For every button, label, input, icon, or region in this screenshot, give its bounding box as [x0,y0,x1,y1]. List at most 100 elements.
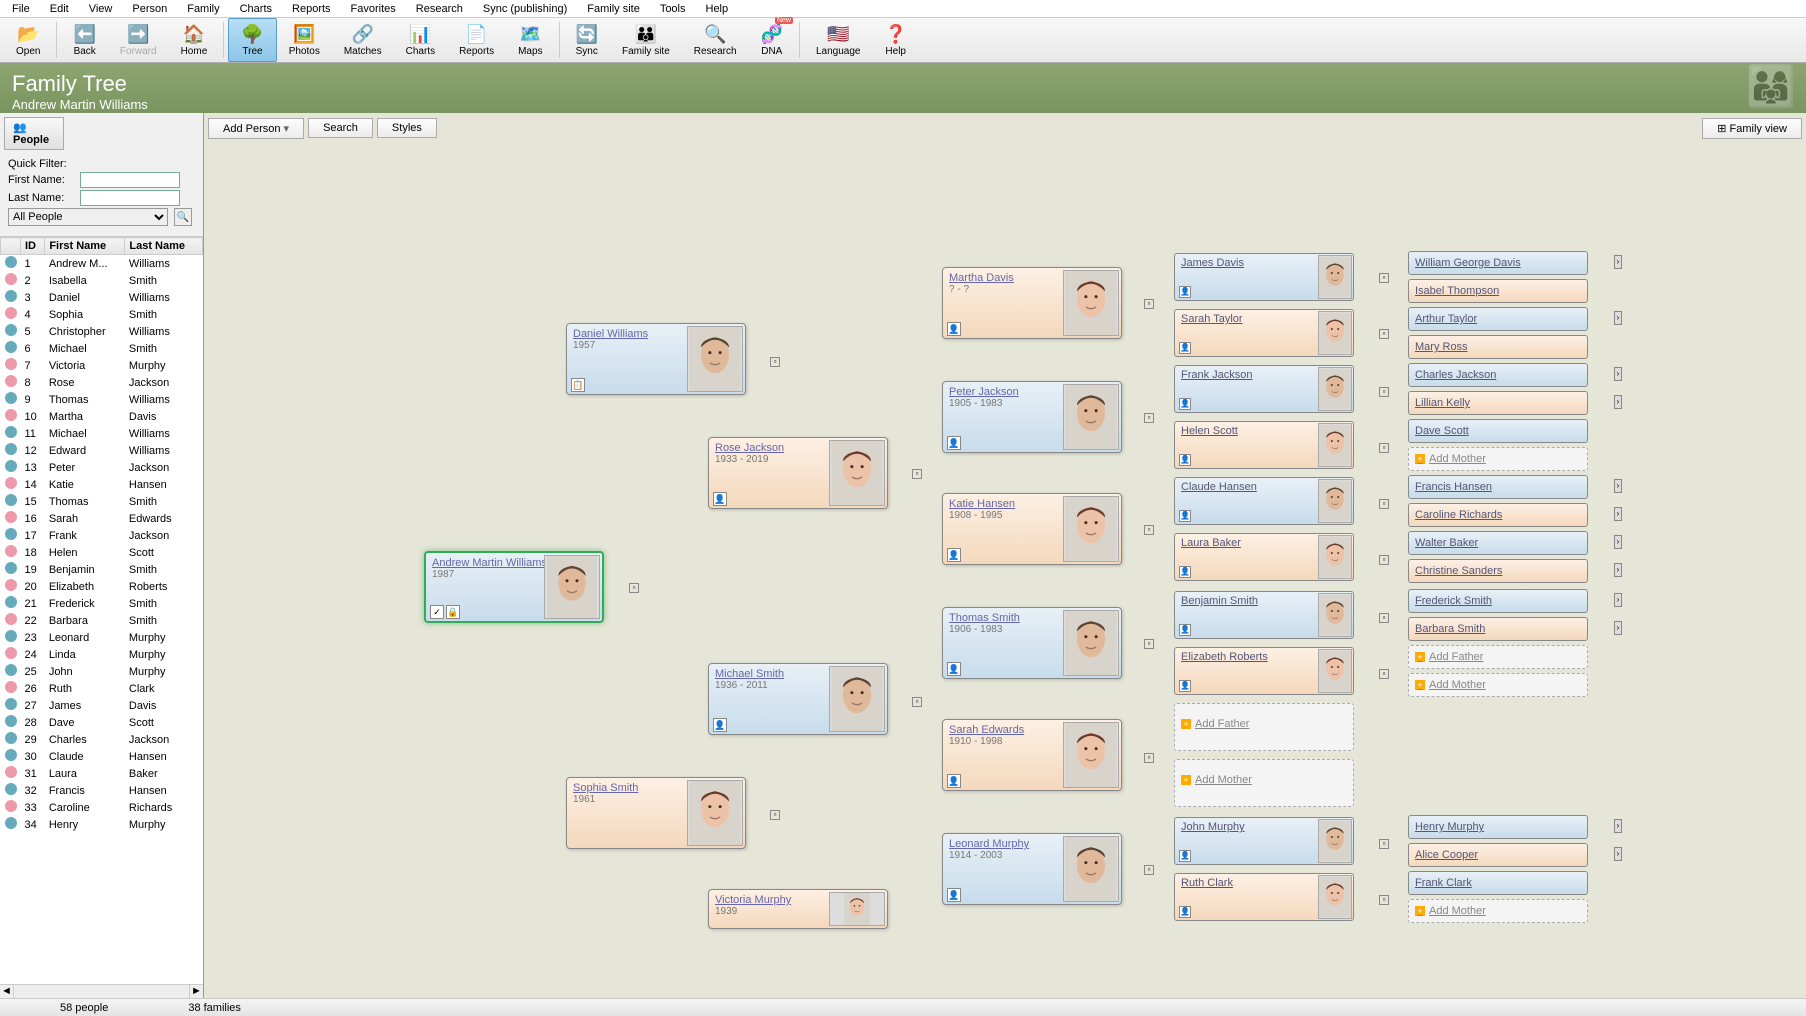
person-row[interactable]: 15ThomasSmith [1,493,203,510]
ancestor-card[interactable]: Frederick Smith [1408,589,1588,613]
menu-sync-publishing-[interactable]: Sync (publishing) [475,2,575,15]
badge-icon[interactable]: 👤 [713,492,727,506]
menu-person[interactable]: Person [124,2,175,15]
badge-icon[interactable]: 👤 [1179,906,1191,918]
expand-button[interactable]: › [1614,507,1622,521]
ancestor-card[interactable]: Frank Clark [1408,871,1588,895]
first-name-input[interactable] [80,172,180,188]
people-tab[interactable]: 👥 People [4,117,64,150]
add-link[interactable]: Add Mother [1175,760,1353,800]
ancestor-card[interactable]: Isabel Thompson [1408,279,1588,303]
connector-node[interactable]: ▫ [1379,839,1389,849]
connector-node[interactable]: ▫ [1379,555,1389,565]
ancestor-card[interactable]: Arthur Taylor [1408,307,1588,331]
add-link[interactable]: Add Father [1175,704,1353,744]
person-row[interactable]: 6MichaelSmith [1,340,203,357]
search-button[interactable]: Search [308,118,373,138]
people-list[interactable]: IDFirst NameLast Name 1Andrew M...Willia… [0,236,203,984]
badge-icon[interactable]: 👤 [1179,398,1191,410]
toolbar-research-button[interactable]: 🔍Research [682,18,749,62]
connector-node[interactable]: ▫ [1144,753,1154,763]
menu-family-site[interactable]: Family site [579,2,648,15]
person-card[interactable]: Benjamin Smith👤 [1174,591,1354,639]
ancestor-card[interactable]: William George Davis [1408,251,1588,275]
person-row[interactable]: 14KatieHansen [1,476,203,493]
person-card[interactable]: Frank Jackson👤 [1174,365,1354,413]
person-card[interactable]: Ruth Clark👤 [1174,873,1354,921]
person-row[interactable]: 21FrederickSmith [1,595,203,612]
menu-file[interactable]: File [4,2,38,15]
badge-icon[interactable]: 👤 [1179,454,1191,466]
person-row[interactable]: 30ClaudeHansen [1,748,203,765]
person-card[interactable]: Rose Jackson1933 - 2019👤 [708,437,888,509]
person-card[interactable]: Helen Scott👤 [1174,421,1354,469]
badge-icon[interactable]: 👤 [947,662,961,676]
badge-icon[interactable]: 👤 [1179,510,1191,522]
toolbar-forward-button[interactable]: ➡️Forward [108,18,169,62]
family-view-button[interactable]: ⊞ Family view [1702,118,1802,139]
add-ancestor-link[interactable]: Add Mother [1408,899,1588,923]
connector-node[interactable]: ▫ [1379,443,1389,453]
expand-button[interactable]: › [1614,367,1622,381]
col-first-name[interactable]: First Name [45,238,125,255]
person-card[interactable]: Thomas Smith1906 - 1983👤 [942,607,1122,679]
connector-node[interactable]: ▫ [1144,639,1154,649]
person-row[interactable]: 25JohnMurphy [1,663,203,680]
col-last-name[interactable]: Last Name [125,238,203,255]
person-row[interactable]: 3DanielWilliams [1,289,203,306]
toolbar-reports-button[interactable]: 📄Reports [447,18,506,62]
connector-node[interactable]: ▫ [1379,499,1389,509]
expand-button[interactable]: › [1614,819,1622,833]
connector-node[interactable]: ▫ [1379,273,1389,283]
person-row[interactable]: 16SarahEdwards [1,510,203,527]
person-row[interactable]: 20ElizabethRoberts [1,578,203,595]
badge-icon[interactable]: 👤 [1179,850,1191,862]
person-card[interactable]: James Davis👤 [1174,253,1354,301]
connector-node[interactable]: ▫ [770,810,780,820]
ancestor-card[interactable]: Alice Cooper [1408,843,1588,867]
connector-node[interactable]: ▫ [770,357,780,367]
menu-charts[interactable]: Charts [232,2,280,15]
person-row[interactable]: 23LeonardMurphy [1,629,203,646]
connector-node[interactable]: ▫ [1379,329,1389,339]
expand-button[interactable]: › [1614,535,1622,549]
badge-icon[interactable]: 🔒 [446,605,460,619]
toolbar-photos-button[interactable]: 🖼️Photos [277,18,332,62]
person-row[interactable]: 2IsabellaSmith [1,272,203,289]
badge-icon[interactable]: 👤 [1179,680,1191,692]
ancestor-card[interactable]: Walter Baker [1408,531,1588,555]
badge-icon[interactable]: 👤 [947,888,961,902]
person-row[interactable]: 12EdwardWilliams [1,442,203,459]
expand-button[interactable]: › [1614,479,1622,493]
person-row[interactable]: 8RoseJackson [1,374,203,391]
person-card[interactable]: Sophia Smith1961 [566,777,746,849]
person-row[interactable]: 18HelenScott [1,544,203,561]
add-ancestor-link[interactable]: Add Mother [1408,447,1588,471]
styles-button[interactable]: Styles [377,118,437,138]
expand-button[interactable]: › [1614,847,1622,861]
connector-node[interactable]: ▫ [1379,613,1389,623]
menu-family[interactable]: Family [179,2,227,15]
toolbar-open-button[interactable]: 📂Open [4,18,52,62]
person-row[interactable]: 19BenjaminSmith [1,561,203,578]
person-card[interactable]: Add Mother [1174,759,1354,807]
badge-icon[interactable]: 👤 [947,548,961,562]
ancestor-card[interactable]: Francis Hansen [1408,475,1588,499]
toolbar-charts-button[interactable]: 📊Charts [394,18,447,62]
expand-button[interactable]: › [1614,311,1622,325]
toolbar-help-button[interactable]: ❓Help [873,18,919,62]
person-row[interactable]: 26RuthClark [1,680,203,697]
person-card[interactable]: Leonard Murphy1914 - 2003👤 [942,833,1122,905]
connector-node[interactable]: ▫ [629,583,639,593]
menu-edit[interactable]: Edit [42,2,77,15]
toolbar-maps-button[interactable]: 🗺️Maps [506,18,554,62]
person-card[interactable]: John Murphy👤 [1174,817,1354,865]
badge-icon[interactable]: 👤 [947,774,961,788]
expand-button[interactable]: › [1614,395,1622,409]
col-id[interactable]: ID [21,238,45,255]
person-row[interactable]: 22BarbaraSmith [1,612,203,629]
menu-help[interactable]: Help [698,2,737,15]
person-row[interactable]: 1Andrew M...Williams [1,255,203,273]
add-ancestor-link[interactable]: Add Father [1408,645,1588,669]
connector-node[interactable]: ▫ [1144,299,1154,309]
